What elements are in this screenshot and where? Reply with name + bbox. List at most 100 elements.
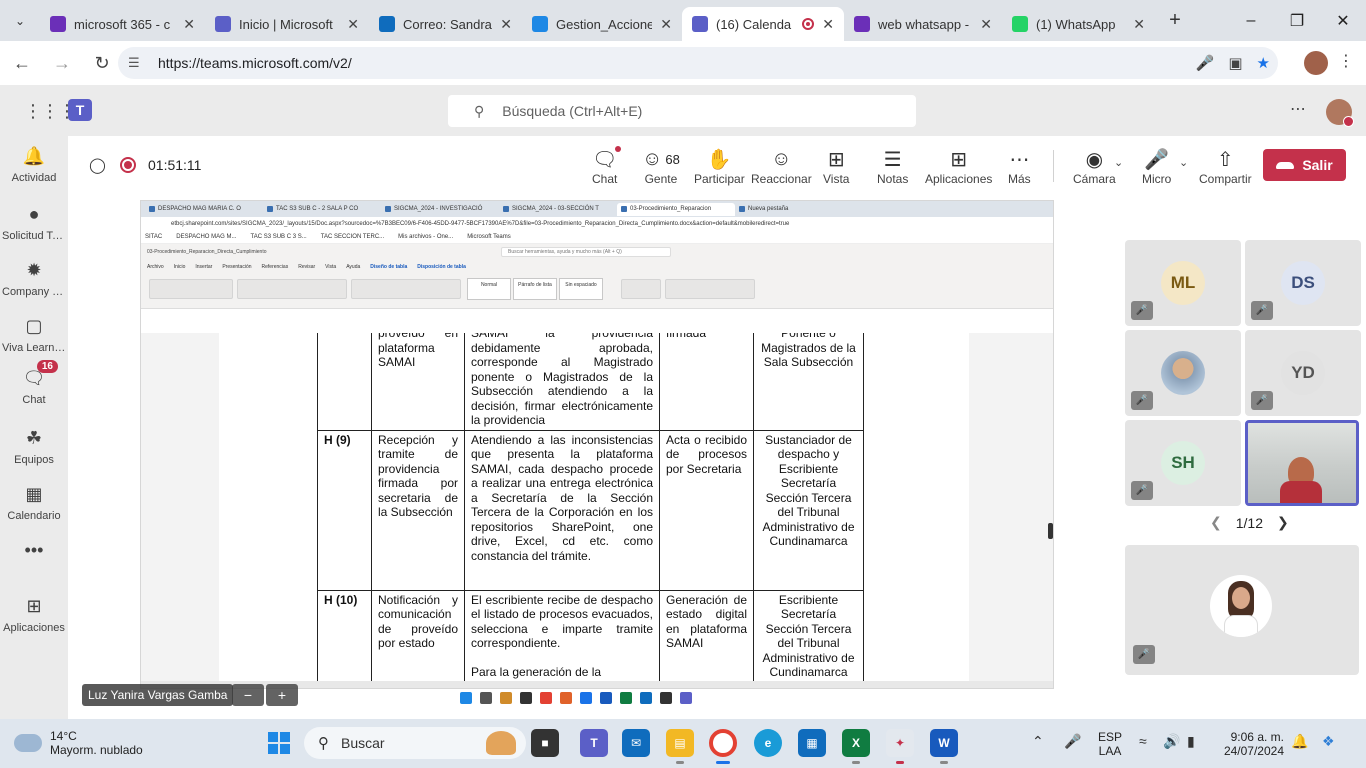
- tray-overflow-icon[interactable]: ⌃: [1032, 733, 1044, 750]
- camera-options-chevron-icon[interactable]: ⌄: [1114, 156, 1123, 169]
- language-indicator[interactable]: ESP LAA: [1098, 730, 1122, 758]
- participant-video-shirt: [1280, 481, 1322, 503]
- browser-tab[interactable]: Correo: Sandra P ✕: [369, 7, 522, 41]
- tab-search-chevron-icon[interactable]: ⌄: [0, 0, 40, 41]
- edge-icon[interactable]: e: [754, 729, 782, 757]
- ribbon-paragraph: [351, 279, 461, 299]
- shared-tab-favicon: [267, 206, 273, 212]
- clock[interactable]: 9:06 a. m. 24/07/2024: [1222, 730, 1284, 758]
- snipping-tool-icon[interactable]: ✦: [886, 729, 914, 764]
- apps-button[interactable]: ⊞ Aplicaciones: [925, 146, 992, 187]
- close-tab-icon[interactable]: ✕: [183, 16, 195, 33]
- raise-hand-button[interactable]: ✋ Participar: [694, 146, 745, 187]
- word-app-icon[interactable]: W: [930, 729, 958, 764]
- browser-tab[interactable]: (1) WhatsApp ✕: [1002, 7, 1155, 41]
- participant-tile[interactable]: 🎤: [1125, 330, 1241, 416]
- view-button[interactable]: ⊞ Vista: [823, 146, 849, 187]
- prev-page-icon[interactable]: ❮: [1210, 514, 1222, 531]
- share-button[interactable]: ⇧ Compartir: [1199, 146, 1252, 187]
- rail-item-learning[interactable]: ▢ Viva Learning: [0, 314, 68, 355]
- site-info-icon[interactable]: ☰: [128, 55, 150, 71]
- file-explorer-icon[interactable]: ▤: [666, 729, 694, 764]
- task-view-icon[interactable]: ■: [531, 729, 559, 757]
- volume-icon[interactable]: 🔊: [1163, 733, 1180, 750]
- zoom-in-button[interactable]: +: [266, 684, 298, 706]
- settings-more-icon[interactable]: ⋯: [1290, 99, 1306, 119]
- user-avatar[interactable]: [1326, 99, 1354, 127]
- people-button[interactable]: ☺ 68 Gente: [642, 146, 680, 187]
- rail-item-chat[interactable]: 🗨 16 Chat: [0, 360, 68, 406]
- self-view-tile[interactable]: 🎤: [1125, 545, 1359, 675]
- copilot-icon[interactable]: ❖: [1322, 733, 1335, 750]
- ribbon-find: [621, 279, 661, 299]
- mic-options-chevron-icon[interactable]: ⌄: [1179, 156, 1188, 169]
- browser-tab[interactable]: microsoft 365 - c ✕: [40, 7, 205, 41]
- browser-tab[interactable]: Gestion_Accione ✕: [522, 7, 682, 41]
- browser-menu-icon[interactable]: ⋮: [1338, 51, 1354, 71]
- word-menu: Archivo Inicio Insertar Presentación Referen…: [141, 260, 1053, 273]
- shared-scroll-thumb[interactable]: [1048, 523, 1053, 539]
- participant-tile[interactable]: ML 🎤: [1125, 240, 1241, 326]
- close-tab-icon[interactable]: ✕: [980, 16, 992, 33]
- mail-app-icon[interactable]: ✉: [622, 729, 650, 757]
- search-input[interactable]: ⚲ Búsqueda (Ctrl+Alt+E): [448, 95, 916, 127]
- cast-icon[interactable]: ▣: [1228, 54, 1242, 72]
- rail-label: Solicitud Tel...: [2, 230, 66, 242]
- zoom-out-button[interactable]: −: [232, 684, 264, 706]
- forward-icon[interactable]: →: [44, 45, 80, 81]
- microphone-icon[interactable]: 🎤: [1196, 54, 1215, 72]
- teams-app-icon[interactable]: T: [580, 729, 608, 757]
- participant-video-tile[interactable]: [1245, 420, 1359, 506]
- wifi-icon[interactable]: ≈: [1139, 733, 1147, 749]
- taskbar-search[interactable]: ⚲ Buscar: [304, 727, 526, 759]
- close-tab-icon[interactable]: ✕: [347, 16, 359, 33]
- weather-widget[interactable]: 14°C Mayorm. nublado: [14, 728, 143, 757]
- restore-icon[interactable]: ❐: [1274, 0, 1320, 41]
- close-window-icon[interactable]: ✕: [1320, 0, 1366, 41]
- notification-bell-icon[interactable]: 🔔: [1291, 733, 1308, 750]
- mic-button[interactable]: 🎤 Micro: [1142, 146, 1171, 187]
- camera-button[interactable]: ◉ Cámara: [1073, 146, 1116, 187]
- more-button[interactable]: ⋯ Más: [1008, 146, 1031, 187]
- close-tab-icon[interactable]: ✕: [500, 16, 512, 33]
- rail-item-bell[interactable]: 🔔 Actividad: [0, 144, 68, 185]
- battery-icon[interactable]: ▮: [1187, 733, 1195, 750]
- windows-start-icon[interactable]: [268, 732, 290, 754]
- participant-avatar: YD: [1281, 351, 1325, 395]
- chat-icon: 🗨 16: [22, 360, 58, 390]
- back-icon[interactable]: ←: [4, 45, 40, 81]
- word-menu-item: Vista: [325, 263, 337, 270]
- chat-button[interactable]: 🗨 Chat: [592, 146, 622, 186]
- participant-tile[interactable]: SH 🎤: [1125, 420, 1241, 506]
- rail-item-company[interactable]: ✹ Company C...: [0, 258, 68, 299]
- minimize-icon[interactable]: –: [1228, 0, 1274, 41]
- leave-button[interactable]: Salir: [1263, 149, 1346, 181]
- browser-tab[interactable]: (16) Calenda ✕: [682, 7, 844, 41]
- reload-icon[interactable]: ↻: [84, 45, 120, 81]
- bookmark-star-icon[interactable]: ★: [1257, 54, 1270, 72]
- new-tab-button[interactable]: +: [1155, 0, 1195, 41]
- notes-button[interactable]: ☰ Notas: [877, 146, 908, 187]
- close-tab-icon[interactable]: ✕: [1133, 16, 1145, 33]
- browser-tab[interactable]: web whatsapp - ✕: [844, 7, 1002, 41]
- close-tab-icon[interactable]: ✕: [660, 16, 672, 33]
- rail-item-apps[interactable]: ⊞ Aplicaciones: [0, 594, 68, 635]
- excel-app-icon[interactable]: X: [842, 729, 870, 764]
- rail-item-calendar[interactable]: ▦ Calendario: [0, 482, 68, 523]
- rail-item-more[interactable]: •••: [0, 538, 68, 566]
- store-app-icon[interactable]: ▦: [798, 729, 826, 757]
- browser-tab[interactable]: Inicio | Microsoft ✕: [205, 7, 369, 41]
- chrome-icon[interactable]: [709, 729, 737, 764]
- next-page-icon[interactable]: ❯: [1277, 514, 1289, 531]
- url-field[interactable]: ☰ https://teams.microsoft.com/v2/ 🎤 ▣ ★: [118, 47, 1278, 79]
- profile-avatar[interactable]: [1304, 51, 1328, 75]
- tray-mic-icon[interactable]: 🎤: [1064, 733, 1081, 750]
- tab-title: Gestion_Accione: [556, 16, 653, 32]
- participant-tile[interactable]: YD 🎤: [1245, 330, 1361, 416]
- react-button[interactable]: ☺ Reaccionar: [751, 146, 812, 187]
- rail-item-app[interactable]: ● Solicitud Tel...: [0, 202, 68, 243]
- rail-item-teams[interactable]: ☘ Equipos: [0, 426, 68, 467]
- meeting-timer: 01:51:11: [148, 157, 202, 173]
- close-tab-icon[interactable]: ✕: [822, 16, 834, 33]
- participant-tile[interactable]: DS 🎤: [1245, 240, 1361, 326]
